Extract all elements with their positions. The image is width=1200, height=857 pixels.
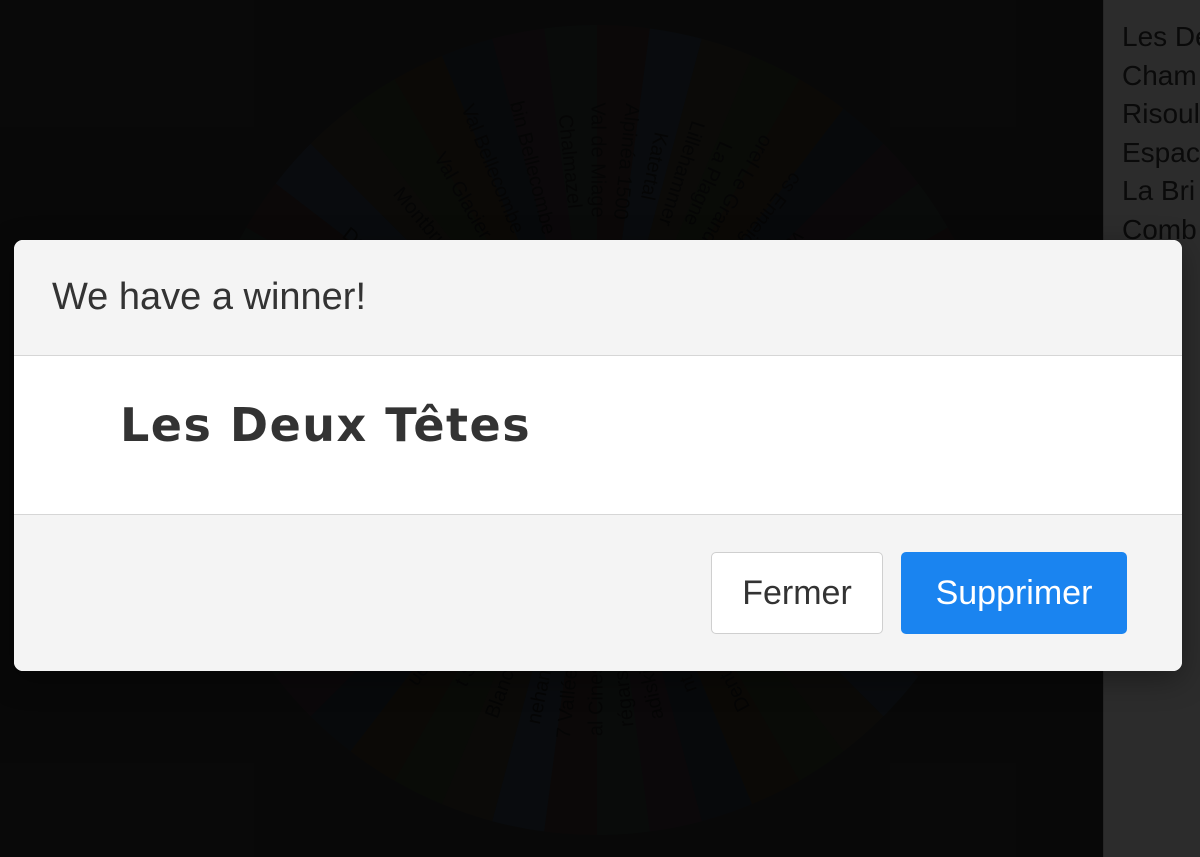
dialog-title: We have a winner!	[52, 276, 367, 318]
dialog-header: We have a winner!	[14, 240, 1182, 356]
dialog-body: Les Deux Têtes	[14, 356, 1182, 515]
dialog-footer: Fermer Supprimer	[14, 515, 1182, 671]
winner-dialog: We have a winner! Les Deux Têtes Fermer …	[14, 240, 1182, 671]
close-button[interactable]: Fermer	[711, 552, 883, 634]
delete-button[interactable]: Supprimer	[901, 552, 1127, 634]
winner-name: Les Deux Têtes	[120, 398, 532, 452]
